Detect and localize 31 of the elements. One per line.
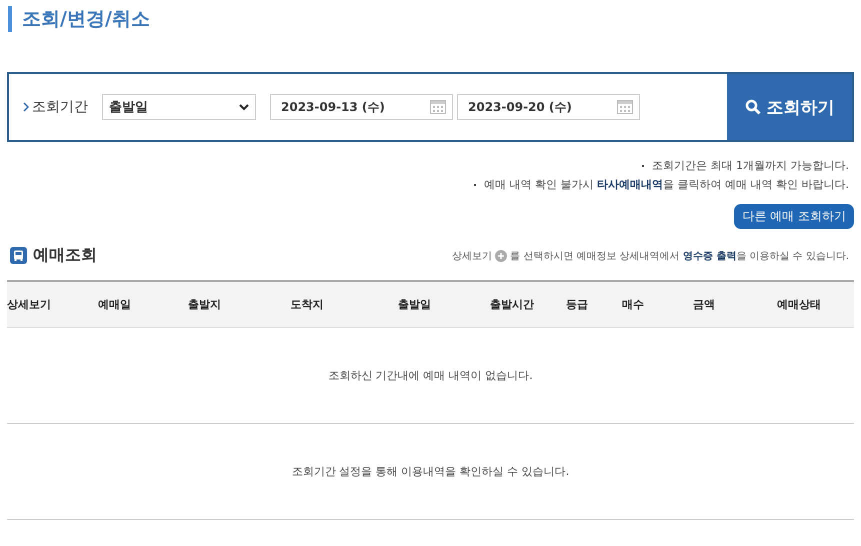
period-label: 조회기간: [32, 98, 88, 116]
section-title: 예매조회: [33, 245, 97, 266]
help-text: 를 선택하시면 예매정보 상세내역에서 영수증 출력을 이용하실 수 있습니다.: [510, 250, 849, 262]
column-header: 금액: [692, 297, 716, 312]
other-booking-button[interactable]: 다른 예매 조회하기: [734, 204, 854, 229]
calendar-icon[interactable]: [617, 100, 633, 114]
date-type-dropdown[interactable]: 출발일: [102, 94, 256, 120]
empty-message: 조회하신 기간내에 예매 내역이 없습니다.: [328, 368, 533, 383]
column-header: 매수: [621, 297, 645, 312]
notice-text: 예매 내역 확인 불가시 타사예매내역을 클릭하여 예매 내역 확인 바랍니다.: [0, 175, 849, 194]
column-header: 상세보기: [7, 297, 52, 312]
notice-text: 조회기간은 최대 1개월까지 가능합니다.: [0, 156, 849, 175]
plus-icon: [495, 250, 508, 262]
start-date-field[interactable]: 2023-09-13 (수): [270, 94, 453, 120]
column-header: 도착지: [290, 297, 324, 312]
help-text: 상세보기: [452, 250, 492, 262]
search-icon: [744, 99, 760, 115]
end-date-field[interactable]: 2023-09-20 (수): [457, 94, 640, 120]
calendar-icon[interactable]: [430, 100, 446, 114]
empty-message: 조회기간 설정을 통해 이용내역을 확인하실 수 있습니다.: [292, 464, 570, 479]
column-header: 출발시간: [489, 297, 535, 312]
bus-icon: [10, 247, 27, 264]
column-header: 등급: [565, 297, 589, 312]
page-title: 조회/변경/취소: [8, 6, 861, 32]
column-header: 예매일: [97, 297, 132, 312]
chevron-icon: [23, 102, 29, 112]
search-button[interactable]: 조회하기: [727, 74, 852, 140]
chevron-icon: [239, 104, 249, 110]
column-header: 출발일: [397, 297, 432, 312]
column-header: 출발지: [187, 297, 222, 312]
column-header: 예매상태: [776, 297, 822, 312]
